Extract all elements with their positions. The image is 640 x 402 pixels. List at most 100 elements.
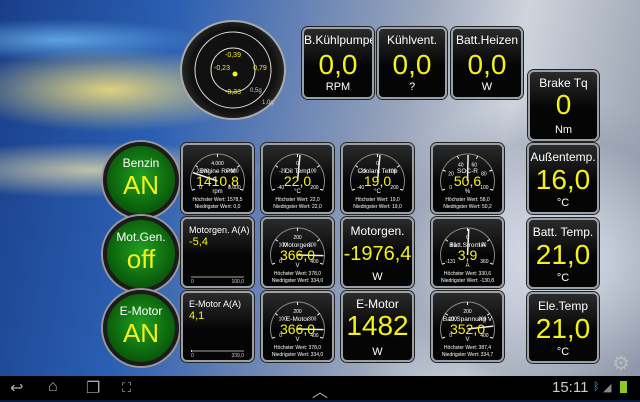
gauge-soc[interactable]: 0 20 40 60 80 100 SOC-R 50,6% Höchster Wert: 58,… (431, 143, 504, 214)
gauge-batt-strom[interactable]: -131 -65 0 180 360 Batt.Strom A 3,9 A Höchster W… (431, 217, 504, 288)
tile-aussentemp[interactable]: Außentemp. 16,0 °C (527, 143, 599, 214)
gauge-tick (275, 165, 279, 168)
bar-min: 0 (191, 353, 194, 359)
tile-unit: Nm (554, 124, 573, 136)
gauge-tick (195, 165, 199, 168)
g-ring1-label: 0,5g (250, 88, 262, 94)
gauge-tick-label: 4.000 (211, 161, 224, 167)
gauge-face: 0100200300400Batt.Spannung V352,0VHöchst… (440, 301, 495, 358)
tile-motorgen-power[interactable]: Motorgen. -1976,4 W (341, 217, 414, 288)
g-force-meter[interactable]: -0,39 -0,23 0,79 -0,33 0,5g 1,0g (180, 20, 286, 120)
tile-label: Kühlvent. (386, 33, 438, 47)
tile-e-motor-current[interactable]: E-Motor A(A) 4,1 0 339,0 (181, 291, 254, 362)
tile-unit: ? (408, 81, 416, 93)
tile-label: Außentemp. (530, 150, 596, 164)
tile-value: 4,1 (189, 310, 205, 322)
tile-label: Motorgen. A(A) (189, 225, 250, 235)
gauge-tick-label: -131 (446, 259, 456, 265)
gauge-tick (441, 336, 446, 339)
tile-label: E-Motor (356, 297, 399, 311)
tile-label: Ele.Temp (537, 299, 589, 313)
settings-gear-icon[interactable]: ⚙ (612, 354, 630, 374)
recent-apps-icon[interactable]: ❐ (86, 378, 100, 398)
gauge-tick (489, 262, 494, 265)
tile-value: 1482 (346, 310, 409, 341)
gauge-motorgen-voltage[interactable]: 0 100 200 300 400 Motorgen. 366,0 V Höchster Wer… (261, 217, 334, 288)
progress-bar (191, 350, 244, 352)
gauge-tick (236, 165, 240, 168)
gauge-tick (271, 188, 276, 191)
tile-value: 16,0 (535, 164, 591, 195)
gauge-batt-spannung[interactable]: 0 100 200 300 400 Batt.Spannung V 352,0 V Höchst… (431, 291, 504, 362)
button-value: AN (122, 318, 160, 348)
g-left: -0,23 (214, 65, 230, 72)
g-top: -0,39 (225, 52, 241, 59)
tile-e-motor-power[interactable]: E-Motor 1482 W (341, 291, 414, 362)
gauge-tick (351, 188, 356, 191)
gauge-value: 19,0 (364, 173, 391, 189)
gauge-coolant-temp[interactable]: -40 -20 0 100 200 Coolant Temp 19,0 °C Höchster … (341, 143, 414, 214)
tile-ele-temp[interactable]: Ele.Temp 21,0 °C (527, 292, 599, 363)
mot-gen-button[interactable]: Mot.Gen. off (103, 216, 179, 292)
tile-value: -5,4 (189, 236, 208, 248)
gauge-tick (275, 239, 279, 242)
tile-unit: RPM (325, 81, 351, 93)
gauge-value: 366,0 (280, 321, 315, 337)
tile-b-kuehlpumpe[interactable]: B.Kühlpumpe 0,0 RPM (302, 27, 374, 99)
g-dot (232, 71, 238, 77)
gauge-tick (319, 188, 324, 191)
tile-brake-tq[interactable]: Brake Tq 0 Nm (528, 70, 599, 141)
gauge-e-motor-voltage[interactable]: 0 100 200 300 400 E-Motor 366,0 V Höchster Wert:… (261, 291, 334, 362)
tile-label: Brake Tq (539, 76, 588, 90)
back-icon[interactable]: ↩ (10, 378, 23, 398)
gauge-tick (316, 165, 320, 168)
gauge-lowest: Niedrigster Wert: 334,0 (272, 278, 324, 284)
button-label: E-Motor (119, 304, 163, 318)
e-motor-button[interactable]: E-Motor AN (103, 290, 179, 366)
bar-max: 339,0 (231, 353, 244, 359)
system-nav-bar: ↩ ⌂ ❐ ⛶ ︿ 15:11 ᛒ ◢ (0, 376, 640, 402)
gauge-highest: Höchster Wert: 387,4 (444, 345, 491, 351)
home-icon[interactable]: ⌂ (48, 378, 58, 396)
gauge-value: 22,0 (284, 173, 311, 189)
gauge-highest: Höchster Wert: 378,0 (274, 271, 321, 277)
gauge-value: 1410,8 (196, 173, 239, 189)
gauge-face: 02.0004.0006.0008.000Engine RPM1410,8rpm… (190, 153, 245, 210)
tile-value: 21,0 (535, 313, 591, 344)
gauge-tick-label: 200 (463, 309, 472, 315)
gauge-tick-label: 200 (310, 185, 319, 191)
tile-motorgen-current[interactable]: Motorgen. A(A) -5,4 0 100,0 (181, 217, 254, 288)
bar-min: 0 (191, 279, 194, 285)
gauge-lowest: Niedrigster Wert: -130,8 (441, 278, 494, 284)
bluetooth-icon: ᛒ (593, 381, 600, 393)
tile-label: Batt.Heizen (455, 33, 519, 47)
gauge-lowest: Niedrigster Wert: 50,2 (443, 204, 492, 210)
gauge-tick (275, 313, 279, 316)
gauge-tick (355, 165, 359, 168)
gauge-oil-temp[interactable]: -40 -20 0 100 200 Oil Temp 22,0 °C Höchster Wert… (261, 143, 334, 214)
gauge-tick (441, 188, 446, 191)
tile-label: E-Motor A(A) (189, 299, 242, 309)
tile-batt-heizen[interactable]: Batt.Heizen 0,0 W (451, 27, 523, 99)
gauge-highest: Höchster Wert: 1578,5 (193, 197, 243, 203)
gauge-tick (271, 336, 276, 339)
screenshot-icon[interactable]: ⛶ (122, 380, 131, 396)
tile-unit: W (481, 81, 493, 93)
gauge-value: 352,0 (450, 321, 485, 337)
gauge-unit: % (465, 189, 471, 195)
gauge-value: 3,9 (458, 247, 478, 263)
tile-batt-temp[interactable]: Batt. Temp. 21,0 °C (527, 218, 599, 289)
gauge-highest: Höchster Wert: 19,0 (355, 197, 400, 203)
gauge-engine-rpm[interactable]: 0 2.000 4.000 6.000 8.000 Engine RPM 1410,8 rpm… (181, 143, 254, 214)
gauge-tick (191, 188, 196, 191)
tile-value: -1976,4 (343, 243, 412, 265)
chevron-up-icon[interactable]: ︿ (312, 378, 328, 402)
gauge-face: 0100200300400E-Motor366,0VHöchster Wert:… (270, 301, 325, 358)
gauge-highest: Höchster Wert: 22,0 (275, 197, 320, 203)
benzin-button[interactable]: Benzin AN (103, 142, 179, 218)
gauge-tick (442, 169, 446, 172)
gauge-face: -40-200100200Coolant Temp19,0°CHöchster … (350, 153, 405, 210)
tile-kuehlvent[interactable]: Kühlvent. 0,0 ? (377, 27, 447, 99)
gauge-tick (486, 239, 490, 242)
button-value: off (126, 244, 156, 274)
